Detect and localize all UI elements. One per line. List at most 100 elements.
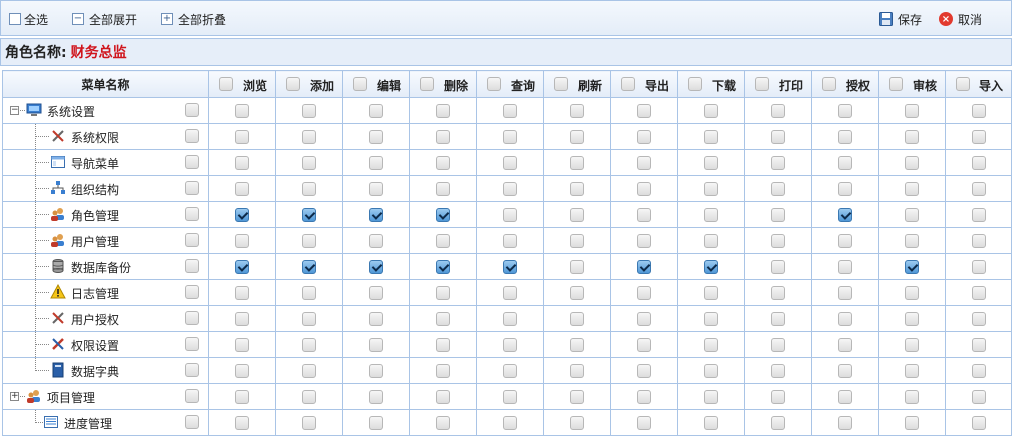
row-select-checkbox[interactable]	[185, 207, 199, 221]
permission-checkbox[interactable]	[369, 259, 383, 274]
permission-checkbox[interactable]	[971, 233, 986, 248]
collapse-toggle-icon[interactable]: −	[10, 106, 19, 115]
permission-checkbox[interactable]	[838, 415, 852, 430]
column-select-checkbox[interactable]	[219, 77, 233, 91]
permission-checkbox[interactable]	[302, 233, 316, 248]
permission-checkbox[interactable]	[436, 259, 450, 274]
column-select-checkbox[interactable]	[889, 77, 903, 91]
permission-checkbox[interactable]	[302, 285, 316, 300]
row-select-checkbox[interactable]	[185, 285, 199, 299]
permission-checkbox[interactable]	[302, 155, 316, 170]
permission-checkbox[interactable]	[235, 103, 249, 118]
permission-checkbox[interactable]	[838, 103, 852, 118]
permission-checkbox[interactable]	[971, 259, 986, 274]
permission-checkbox[interactable]	[302, 363, 316, 378]
permission-checkbox[interactable]	[570, 233, 584, 248]
permission-checkbox[interactable]	[905, 285, 919, 300]
permission-checkbox[interactable]	[570, 155, 584, 170]
row-select-checkbox[interactable]	[185, 259, 199, 273]
permission-checkbox[interactable]	[771, 181, 785, 196]
permission-checkbox[interactable]	[302, 259, 316, 274]
column-select-checkbox[interactable]	[286, 77, 300, 91]
permission-checkbox[interactable]	[704, 155, 718, 170]
permission-checkbox[interactable]	[570, 389, 584, 404]
save-button[interactable]: 保存	[879, 10, 922, 28]
row-select-checkbox[interactable]	[185, 233, 199, 247]
permission-checkbox[interactable]	[704, 389, 718, 404]
collapse-all-button[interactable]: + 全部折叠	[161, 10, 226, 28]
permission-checkbox[interactable]	[302, 311, 316, 326]
permission-checkbox[interactable]	[637, 207, 651, 222]
permission-checkbox[interactable]	[971, 207, 986, 222]
permission-checkbox[interactable]	[637, 415, 651, 430]
permission-checkbox[interactable]	[704, 259, 718, 274]
permission-checkbox[interactable]	[971, 389, 986, 404]
permission-checkbox[interactable]	[637, 233, 651, 248]
permission-checkbox[interactable]	[436, 103, 450, 118]
permission-checkbox[interactable]	[971, 285, 986, 300]
permission-checkbox[interactable]	[503, 103, 517, 118]
permission-checkbox[interactable]	[905, 181, 919, 196]
permission-checkbox[interactable]	[905, 207, 919, 222]
row-select-checkbox[interactable]	[185, 363, 199, 377]
permission-checkbox[interactable]	[369, 363, 383, 378]
permission-checkbox[interactable]	[369, 415, 383, 430]
permission-checkbox[interactable]	[436, 181, 450, 196]
permission-checkbox[interactable]	[771, 233, 785, 248]
permission-checkbox[interactable]	[704, 363, 718, 378]
permission-checkbox[interactable]	[503, 311, 517, 326]
expand-toggle-icon[interactable]: +	[10, 392, 19, 401]
permission-checkbox[interactable]	[369, 155, 383, 170]
permission-checkbox[interactable]	[302, 129, 316, 144]
permission-checkbox[interactable]	[637, 311, 651, 326]
permission-checkbox[interactable]	[503, 207, 517, 222]
row-select-checkbox[interactable]	[185, 415, 199, 429]
permission-checkbox[interactable]	[637, 337, 651, 352]
permission-checkbox[interactable]	[570, 259, 584, 274]
permission-checkbox[interactable]	[503, 389, 517, 404]
row-select-checkbox[interactable]	[185, 129, 199, 143]
permission-checkbox[interactable]	[235, 415, 249, 430]
permission-checkbox[interactable]	[570, 207, 584, 222]
permission-checkbox[interactable]	[971, 155, 986, 170]
permission-checkbox[interactable]	[838, 259, 852, 274]
permission-checkbox[interactable]	[436, 155, 450, 170]
permission-checkbox[interactable]	[235, 311, 249, 326]
permission-checkbox[interactable]	[838, 129, 852, 144]
permission-checkbox[interactable]	[771, 389, 785, 404]
permission-checkbox[interactable]	[771, 285, 785, 300]
permission-checkbox[interactable]	[637, 129, 651, 144]
permission-checkbox[interactable]	[570, 129, 584, 144]
permission-checkbox[interactable]	[302, 389, 316, 404]
permission-checkbox[interactable]	[235, 155, 249, 170]
permission-checkbox[interactable]	[771, 311, 785, 326]
permission-checkbox[interactable]	[235, 285, 249, 300]
permission-checkbox[interactable]	[971, 415, 986, 430]
permission-checkbox[interactable]	[235, 337, 249, 352]
permission-checkbox[interactable]	[436, 311, 450, 326]
permission-checkbox[interactable]	[436, 363, 450, 378]
permission-checkbox[interactable]	[436, 389, 450, 404]
column-select-checkbox[interactable]	[554, 77, 568, 91]
permission-checkbox[interactable]	[503, 415, 517, 430]
permission-checkbox[interactable]	[570, 415, 584, 430]
permission-checkbox[interactable]	[704, 285, 718, 300]
permission-checkbox[interactable]	[905, 415, 919, 430]
permission-checkbox[interactable]	[369, 207, 383, 222]
permission-checkbox[interactable]	[503, 129, 517, 144]
permission-checkbox[interactable]	[369, 181, 383, 196]
permission-checkbox[interactable]	[704, 337, 718, 352]
permission-checkbox[interactable]	[905, 129, 919, 144]
permission-checkbox[interactable]	[771, 207, 785, 222]
permission-checkbox[interactable]	[905, 155, 919, 170]
permission-checkbox[interactable]	[503, 337, 517, 352]
permission-checkbox[interactable]	[570, 103, 584, 118]
permission-checkbox[interactable]	[838, 363, 852, 378]
permission-checkbox[interactable]	[302, 415, 316, 430]
permission-checkbox[interactable]	[905, 337, 919, 352]
permission-checkbox[interactable]	[971, 181, 986, 196]
permission-checkbox[interactable]	[704, 103, 718, 118]
permission-checkbox[interactable]	[235, 389, 249, 404]
column-select-checkbox[interactable]	[822, 77, 836, 91]
permission-checkbox[interactable]	[704, 233, 718, 248]
